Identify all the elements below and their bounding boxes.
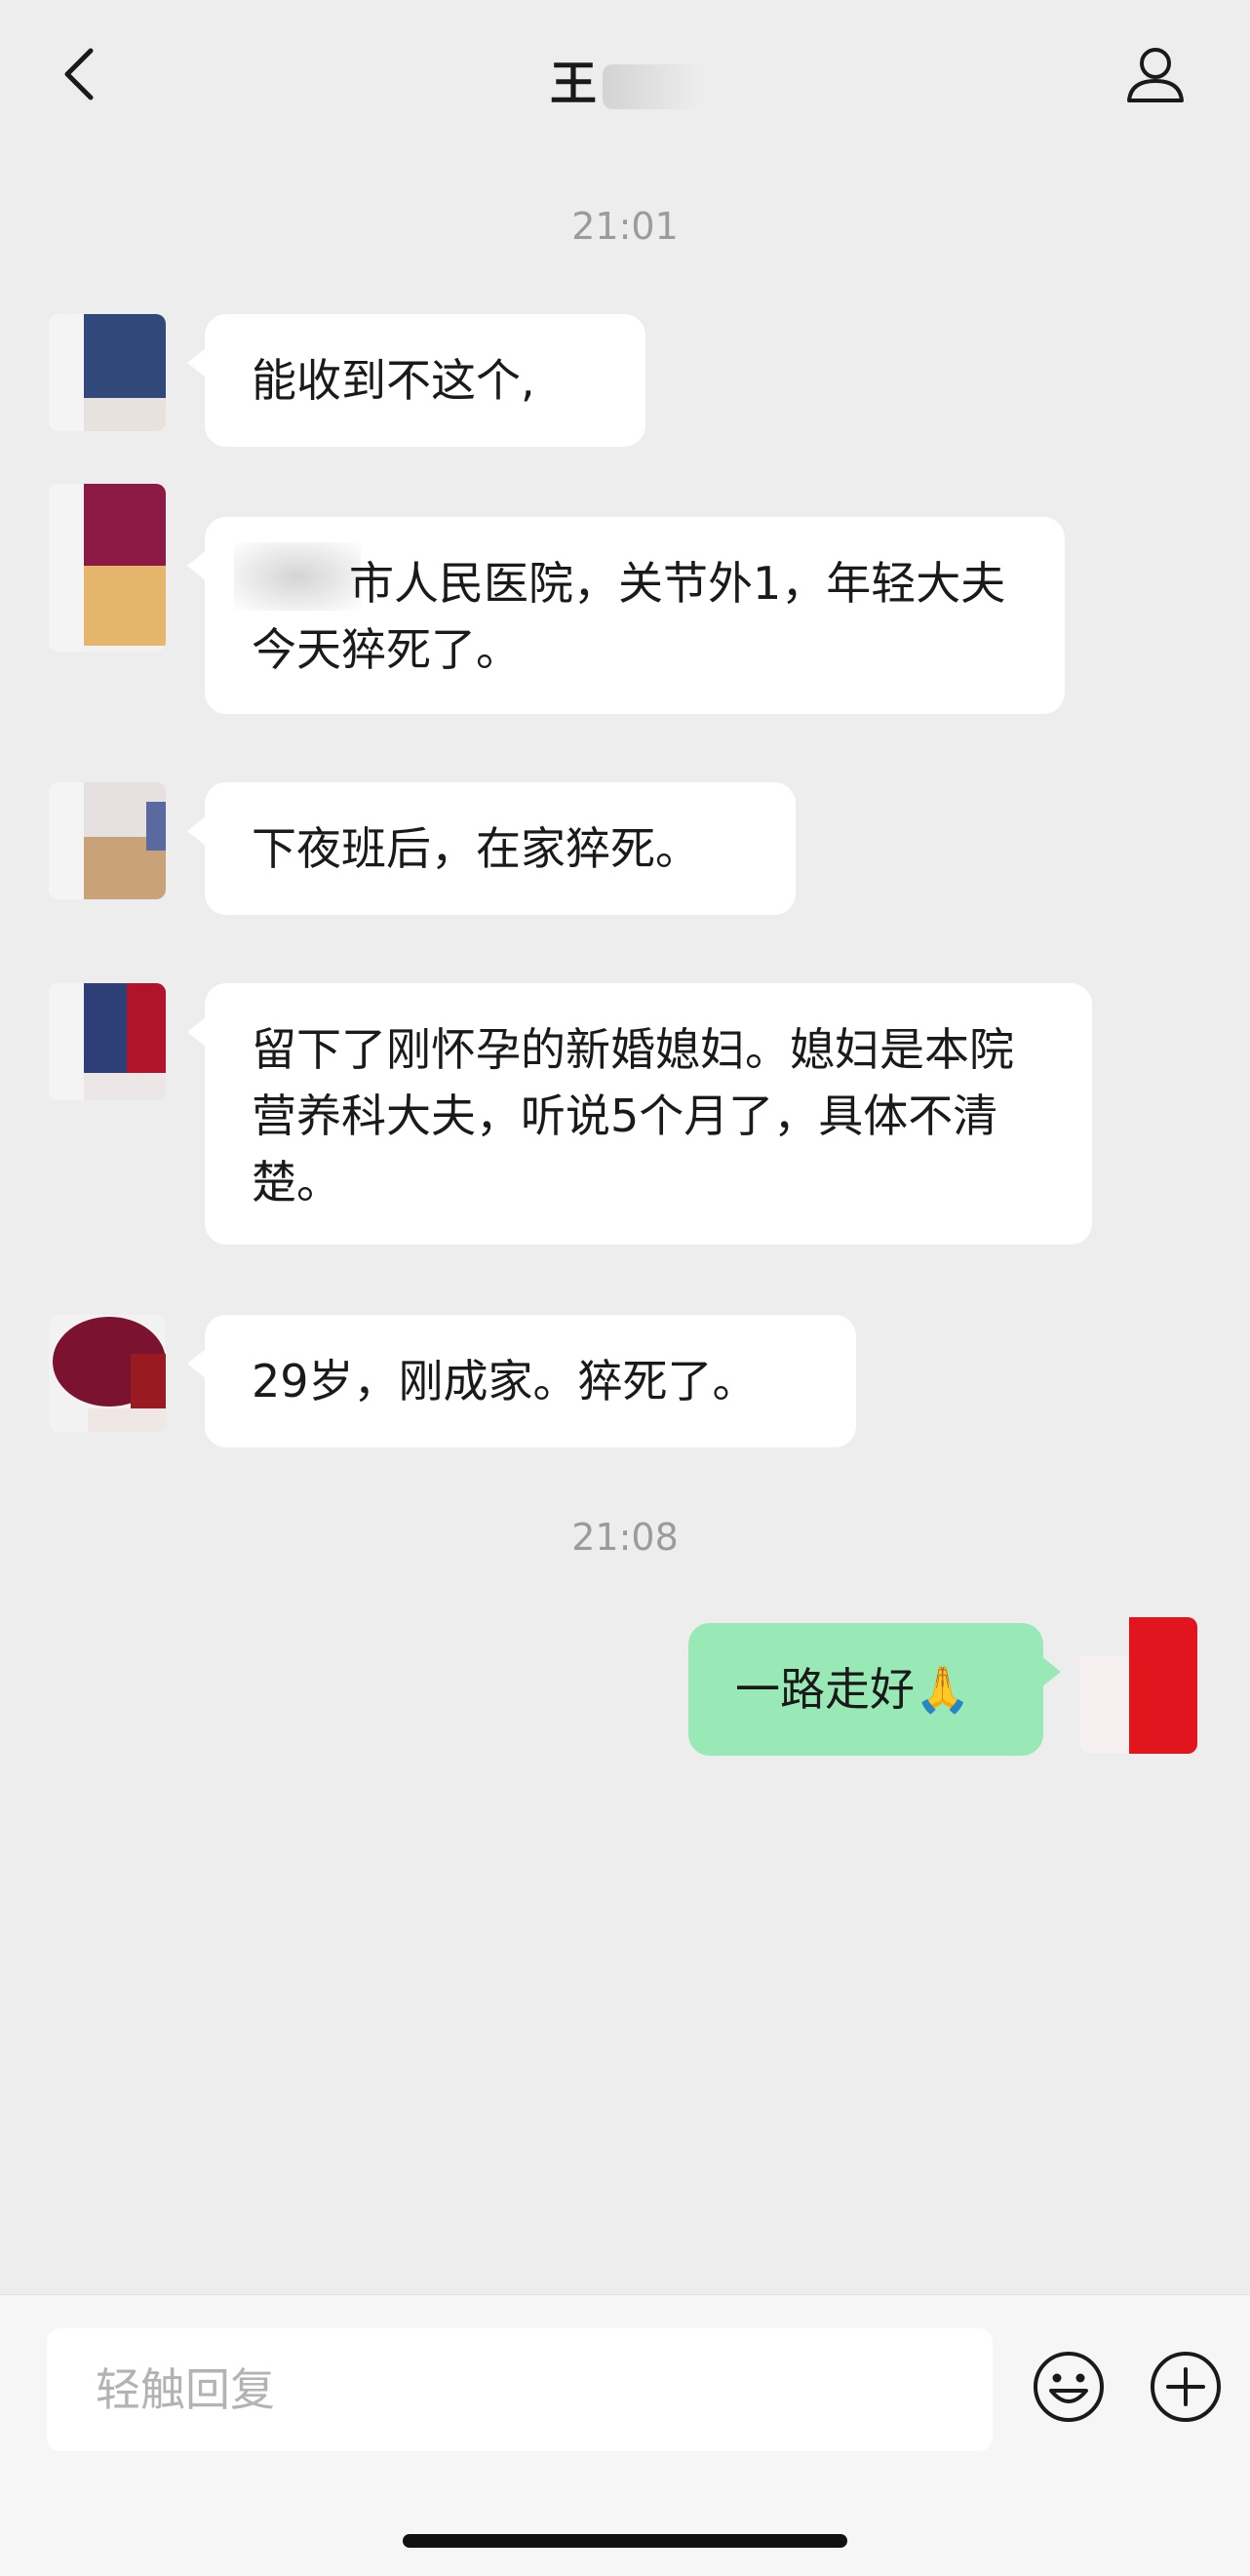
message-timestamp: 21:08 [571, 1516, 679, 1559]
avatar[interactable] [49, 1315, 166, 1432]
reply-input[interactable]: 轻触回复 [47, 2328, 993, 2451]
message-bubble[interactable]: 一路走好🙏 [688, 1623, 1061, 1756]
avatar[interactable] [49, 484, 166, 652]
chat-title-text: 王 [549, 57, 599, 111]
more-button[interactable] [1149, 2350, 1223, 2424]
redacted-title-blur [603, 64, 700, 109]
avatar[interactable] [49, 983, 166, 1100]
avatar[interactable] [49, 782, 166, 899]
message-bubble[interactable]: 29岁，刚成家。猝死了。 [187, 1315, 856, 1447]
smiley-face-icon [1034, 2352, 1104, 2422]
home-indicator [403, 2534, 847, 2548]
emoji-button[interactable] [1032, 2350, 1106, 2424]
chat-profile-button[interactable] [1121, 37, 1190, 111]
message-bubble[interactable]: 下夜班后，在家猝死。 [187, 782, 796, 915]
message-bubble[interactable]: 留下了刚怀孕的新婚媳妇。媳妇是本院营养科大夫，听说5个月了，具体不清楚。 [187, 983, 1092, 1245]
message-bubble[interactable]: 市人民医院，关节外1，年轻大夫今天猝死了。 [187, 517, 1065, 714]
plus-circle-icon [1151, 2352, 1221, 2422]
message-timestamp: 21:01 [571, 205, 679, 248]
message-text: 市人民医院，关节外1，年轻大夫今天猝死了。 [252, 557, 1006, 676]
message-bubble[interactable]: 能收到不这个, [187, 314, 645, 447]
person-outline-icon [1127, 48, 1184, 102]
avatar[interactable] [1080, 1617, 1197, 1754]
chat-header: 王 [0, 0, 1250, 142]
chat-title: 王 [0, 45, 1250, 113]
avatar[interactable] [49, 314, 166, 431]
